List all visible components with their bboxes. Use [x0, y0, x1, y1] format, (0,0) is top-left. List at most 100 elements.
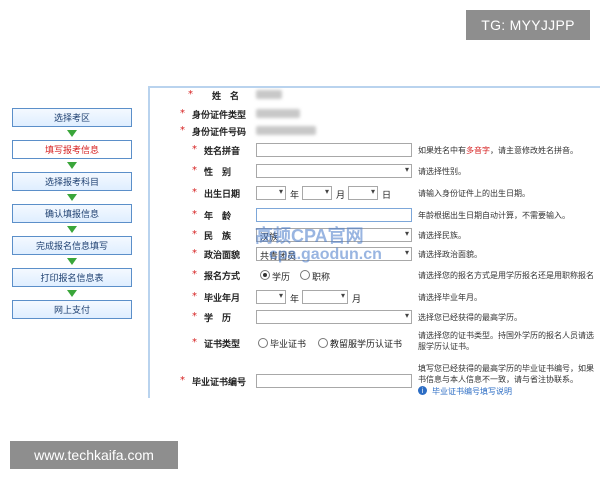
month-unit: 月	[336, 191, 346, 201]
required-star: *	[188, 89, 193, 100]
signup-radio-title[interactable]	[300, 270, 310, 280]
graduation-month-select[interactable]	[302, 290, 348, 304]
birth-day-select[interactable]	[348, 186, 378, 200]
step-print-form[interactable]: 打印报名信息表	[12, 268, 132, 287]
form-row-signup: * 报名方式 学历 职称 请选择您的报名方式是用学历报名还是用职称报名	[150, 266, 600, 286]
site-watermark-badge: www.techkaifa.com	[10, 441, 178, 469]
required-star: *	[192, 337, 197, 348]
political-select[interactable]: 共青团员	[256, 247, 412, 262]
pinyin-label: 姓名拼音	[204, 147, 241, 157]
cert-type-hint-line2: 服学历认证书。	[418, 342, 474, 351]
down-arrow-icon	[12, 223, 132, 236]
age-input[interactable]	[256, 208, 412, 222]
form-row-cert-number: * 毕业证书编号 填写您已经获得的最高学历的毕业证书编号，如果 书信息与本人信息…	[150, 362, 600, 398]
step-select-region[interactable]: 选择考区	[12, 108, 132, 127]
step-confirm-info[interactable]: 确认填报信息	[12, 204, 132, 223]
required-star: *	[180, 125, 185, 136]
birth-month-select[interactable]	[302, 186, 332, 200]
form-row-political: * 政治面貌 共青团员 请选择政治面貌。	[150, 245, 600, 265]
cert-option-diploma: 毕业证书	[270, 340, 307, 350]
name-label: 姓 名	[212, 92, 240, 102]
cert-radio-overseas[interactable]	[318, 338, 328, 348]
id-number-value	[256, 126, 316, 135]
required-star: *	[192, 248, 197, 259]
down-arrow-icon	[12, 127, 132, 140]
required-star: *	[192, 291, 197, 302]
form-row-pinyin: * 姓名拼音 如果姓名中有多音字，请主意修改姓名拼音。	[150, 141, 600, 161]
registration-form-panel: * 姓 名 * 身份证件类型 * 身份证件号码 * 姓名拼音 如果姓名中有多音字…	[148, 86, 600, 398]
month-unit: 月	[352, 295, 362, 305]
cert-option-overseas: 教留服学历认证书	[330, 340, 403, 350]
ethnic-select[interactable]: 汉族	[256, 228, 412, 243]
id-type-label: 身份证件类型	[192, 111, 247, 121]
gender-hint: 请选择性别。	[418, 167, 466, 176]
form-row-birth: * 出生日期 年 月 日 请输入身份证件上的出生日期。	[150, 184, 600, 204]
ethnic-hint: 请选择民族。	[418, 231, 466, 240]
graduation-year-select[interactable]	[256, 290, 286, 304]
day-unit: 日	[382, 191, 392, 201]
id-number-label: 身份证件号码	[192, 128, 247, 138]
info-icon: i	[418, 386, 427, 395]
cert-type-label: 证书类型	[204, 340, 241, 350]
step-complete-info[interactable]: 完成报名信息填写	[12, 236, 132, 255]
form-row-gender: * 性 别 请选择性别。	[150, 162, 600, 182]
graduation-label: 毕业年月	[204, 294, 241, 304]
form-row-ethnic: * 民 族 汉族 请选择民族。	[150, 226, 600, 246]
gender-label: 性 别	[204, 168, 232, 178]
form-row-education: * 学 历 选择您已经获得的最高学历。	[150, 308, 600, 328]
cert-number-label: 毕业证书编号	[192, 378, 247, 388]
pinyin-input[interactable]	[256, 143, 412, 157]
signup-label: 报名方式	[204, 272, 241, 282]
form-row-id-number: * 身份证件号码	[150, 122, 600, 142]
age-hint: 年龄根据出生日期自动计算，不需要输入。	[418, 211, 570, 220]
form-row-age: * 年 龄 年龄根据出生日期自动计算，不需要输入。	[150, 206, 600, 226]
cert-number-hint-line2: 书信息与本人信息不一致，请与省注协联系。	[418, 375, 578, 384]
down-arrow-icon	[12, 159, 132, 172]
tg-watermark-badge: TG: MYYJJPP	[466, 10, 590, 40]
step-fill-info[interactable]: 填写报考信息	[12, 140, 132, 159]
signup-radio-education[interactable]	[260, 270, 270, 280]
cert-type-hint-line1: 请选择您的证书类型。持国外学历的报名人员请选	[418, 331, 594, 340]
name-value	[256, 90, 282, 99]
year-unit: 年	[290, 191, 300, 201]
step-select-subjects[interactable]: 选择报考科目	[12, 172, 132, 191]
required-star: *	[192, 187, 197, 198]
education-label: 学 历	[204, 314, 232, 324]
birth-label: 出生日期	[204, 190, 241, 200]
required-star: *	[192, 165, 197, 176]
required-star: *	[192, 269, 197, 280]
birth-hint: 请输入身份证件上的出生日期。	[418, 189, 530, 198]
down-arrow-icon	[12, 287, 132, 300]
step-online-payment[interactable]: 网上支付	[12, 300, 132, 319]
required-star: *	[192, 311, 197, 322]
cert-radio-diploma[interactable]	[258, 338, 268, 348]
ethnic-label: 民 族	[204, 232, 232, 242]
id-type-value	[256, 109, 300, 118]
signup-hint: 请选择您的报名方式是用学历报名还是用职称报名	[418, 271, 594, 280]
birth-year-select[interactable]	[256, 186, 286, 200]
form-row-name: * 姓 名	[150, 88, 600, 106]
cert-number-input[interactable]	[256, 374, 412, 388]
form-row-cert-type: * 证书类型 毕业证书 教留服学历认证书 请选择您的证书类型。持国外学历的报名人…	[150, 329, 600, 355]
required-star: *	[180, 108, 185, 119]
step-flow: 选择考区 填写报考信息 选择报考科目 确认填报信息 完成报名信息填写 打印报名信…	[12, 108, 132, 319]
required-star: *	[192, 209, 197, 220]
signup-option-title: 职称	[312, 273, 331, 283]
down-arrow-icon	[12, 255, 132, 268]
political-hint: 请选择政治面貌。	[418, 250, 482, 259]
form-row-graduation: * 毕业年月 年 月 请选择毕业年月。	[150, 288, 600, 308]
gender-select[interactable]	[256, 164, 412, 178]
cert-number-help-link[interactable]: 毕业证书编号填写说明	[432, 386, 512, 397]
pinyin-hint: 如果姓名中有多音字，请主意修改姓名拼音。	[418, 146, 578, 155]
cert-number-hint-line1: 填写您已经获得的最高学历的毕业证书编号，如果	[418, 364, 594, 373]
education-hint: 选择您已经获得的最高学历。	[418, 313, 522, 322]
graduation-hint: 请选择毕业年月。	[418, 293, 482, 302]
education-select[interactable]	[256, 310, 412, 324]
required-star: *	[180, 375, 185, 386]
political-label: 政治面貌	[204, 251, 241, 261]
required-star: *	[192, 229, 197, 240]
year-unit: 年	[290, 295, 300, 305]
age-label: 年 龄	[204, 212, 232, 222]
required-star: *	[192, 144, 197, 155]
signup-option-education: 学历	[272, 273, 291, 283]
